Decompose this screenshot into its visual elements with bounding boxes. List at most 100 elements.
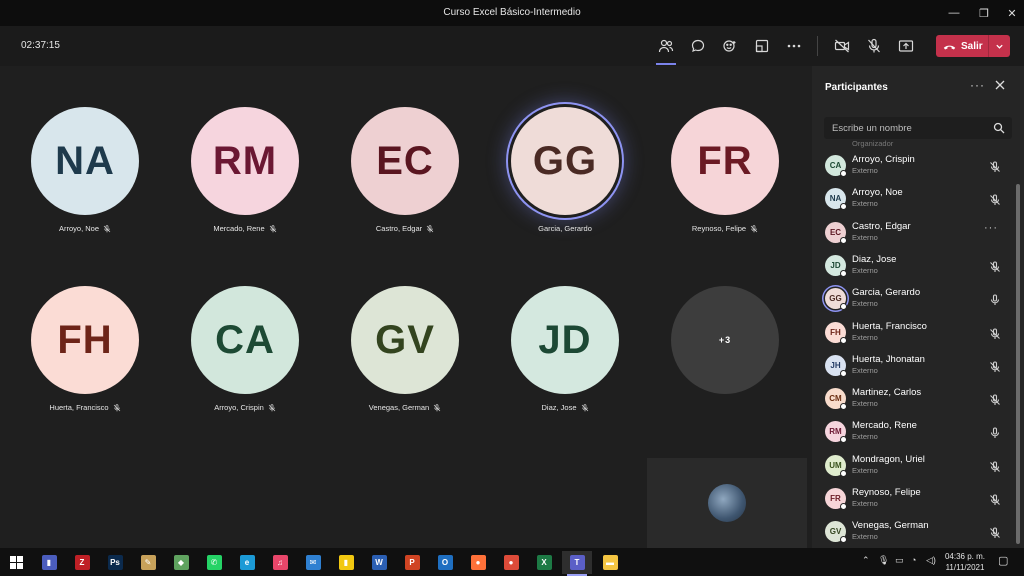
search-input[interactable] [832,121,990,135]
taskbar-app-app-reports[interactable]: ▮ [34,551,64,574]
participant-tile[interactable]: GV Venegas, German [325,286,485,412]
close-window-button[interactable]: ✕ [997,0,1024,26]
participant-row[interactable]: JD Diaz, Jose Externo [812,249,1017,282]
taskbar-app-whatsapp[interactable]: ✆ [199,551,229,574]
video-stage: NA Arroyo, Noe RM Mercado, Rene EC Castro, Ed… [0,66,810,548]
taskbar-app-teams[interactable]: T [562,551,592,576]
wifi-icon[interactable]: ◔ [911,555,916,565]
more-actions-button[interactable] [781,34,807,58]
participant-name: Venegas, German [368,403,430,412]
participants-panel: Participantes ··· Organizador CA Arroyo, … [812,66,1024,548]
show-participants-button[interactable] [653,34,679,65]
search-icon[interactable] [993,122,1005,134]
taskbar-app-photoshop[interactable]: Ps [100,551,130,574]
mic-on-icon[interactable] [989,426,1001,439]
taskbar-app-chrome[interactable]: ● [496,551,526,574]
participant-row[interactable]: UM Mondragon, Uriel Externo [812,449,1017,482]
participant-name: Reynoso, Felipe [852,487,921,498]
minimize-button[interactable]: — [939,0,969,26]
taskbar-app-word[interactable]: W [364,551,394,574]
taskbar-app-powerpoint[interactable]: P [397,551,427,574]
toolbar-divider [817,36,818,56]
taskbar-app-filezilla[interactable]: Z [67,551,97,574]
taskbar-app-app-pdf[interactable]: ✎ [133,551,163,574]
tray-chevron-icon[interactable]: ⌃ [862,555,870,566]
windows-taskbar: ▮ Z Ps ✎ ◆ ✆ e ♫ ✉ ▮ W P O ● ● X T ▬ ⌃ 🎙 ▭ ◔ ◁) 04:36 p. … [0,548,1024,576]
participant-row[interactable]: CM Martinez, Carlos Externo [812,382,1017,415]
taskbar-clock[interactable]: 04:36 p. m. 11/11/2021 [936,551,994,573]
participant-name-row: Venegas, German [325,403,485,412]
participant-tile[interactable]: CA Arroyo, Crispin [165,286,325,412]
mic-off-icon [433,403,441,412]
participant-search[interactable] [824,117,1012,139]
participant-row[interactable]: EC Castro, Edgar Externo ··· [812,216,1017,249]
participant-name: Garcia, Gerardo [852,287,921,299]
participant-role: Externo [852,332,878,342]
taskbar-app-outlook[interactable]: O [430,551,460,574]
participant-row[interactable]: JH Huerta, Jhonatan Externo [812,349,1017,382]
participant-row[interactable]: GV Venegas, German Externo [812,515,1017,548]
maximize-button[interactable]: ❐ [969,0,999,26]
taskbar-app-itunes[interactable]: ♫ [265,551,295,574]
mic-off-icon[interactable] [989,193,1001,206]
title-bar: Curso Excel Básico-Intermedio — ❐ ✕ [0,0,1024,26]
mic-toggle-button[interactable] [861,34,887,58]
leave-label: Salir [961,40,983,52]
mic-off-icon[interactable] [989,327,1001,339]
participant-tile[interactable]: JD Diaz, Jose [485,286,645,412]
overflow-tile[interactable]: +3 [645,286,805,394]
participant-row[interactable]: CA Arroyo, Crispin Externo [812,149,1017,182]
panel-close-button[interactable] [993,78,1007,92]
presence-status-icon [840,369,847,377]
participant-tile[interactable]: FH Huerta, Francisco [5,286,165,412]
reactions-button[interactable] [717,34,743,58]
participant-name-row: Diaz, Jose [485,403,645,412]
mic-off-icon[interactable] [989,460,1001,472]
mic-off-icon[interactable] [989,493,1001,505]
participant-row[interactable]: RM Mercado, Rene Externo [812,415,1017,448]
participant-tile[interactable]: GG Garcia, Gerardo [485,107,645,233]
taskbar-app-explorer[interactable]: ▬ [595,551,625,574]
maximize-icon: ❐ [979,7,989,20]
taskbar-app-firefox[interactable]: ● [463,551,493,574]
tray-mic-icon[interactable]: 🎙 [878,555,889,566]
mic-off-icon[interactable] [989,260,1001,272]
participant-tile[interactable]: RM Mercado, Rene [165,107,325,233]
taskbar-app-powerbi[interactable]: ▮ [331,551,361,574]
mic-on-icon[interactable] [989,293,1001,306]
battery-icon[interactable]: ▭ [895,555,904,566]
participant-name: Diaz, Jose [852,253,897,265]
participant-tile[interactable]: EC Castro, Edgar [325,107,485,233]
leave-options-button[interactable] [988,35,1010,57]
taskbar-app-start[interactable] [1,551,31,574]
participant-row[interactable]: GG Garcia, Gerardo Externo [812,282,1017,315]
taskbar-app-app-maps[interactable]: ◆ [166,551,196,574]
participant-row[interactable]: NA Arroyo, Noe Externo [812,182,1017,215]
leave-main[interactable]: Salir [936,35,988,57]
notifications-icon[interactable]: ▢ [998,554,1008,567]
taskbar-app-excel[interactable]: X [529,551,559,574]
participant-row[interactable]: FR Reynoso, Felipe Externo [812,482,1017,515]
panel-more-button[interactable]: ··· [970,78,985,92]
participant-tile[interactable]: NA Arroyo, Noe [5,107,165,233]
presence-status-icon [840,503,847,510]
participant-options-button[interactable]: ··· [984,222,998,234]
participant-row[interactable]: FH Huerta, Francisco Externo [812,316,1017,349]
show-chat-button[interactable] [685,34,711,58]
taskbar-app-edge[interactable]: e [232,551,262,574]
mic-off-icon[interactable] [989,360,1001,372]
participant-initials: GG [829,294,842,304]
volume-icon[interactable]: ◁) [926,555,936,566]
camera-toggle-button[interactable] [829,34,855,58]
taskbar-app-mail[interactable]: ✉ [298,551,328,574]
share-content-button[interactable] [893,34,919,58]
self-view[interactable] [647,458,807,548]
participant-list-scrollbar[interactable] [1016,184,1020,544]
breakout-rooms-button[interactable] [749,34,775,58]
mic-off-icon[interactable] [989,393,1001,406]
mic-off-icon[interactable] [989,160,1001,172]
participant-name: Huerta, Jhonatan [852,353,925,365]
mic-off-icon[interactable] [989,526,1001,539]
leave-meeting-button[interactable]: Salir [936,35,1010,57]
participant-tile[interactable]: FR Reynoso, Felipe [645,107,805,233]
